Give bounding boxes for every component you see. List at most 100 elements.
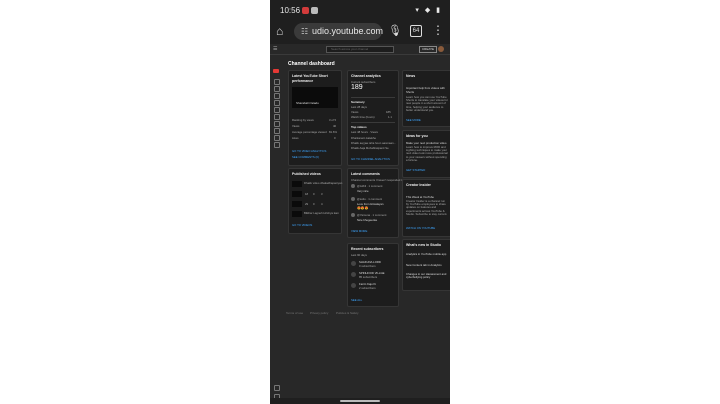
studio-page: ☰ Search across your channel CREATE Chan…	[270, 44, 450, 404]
metric-value: 40	[333, 124, 337, 128]
notification-icon	[302, 7, 309, 14]
privacy-link[interactable]: Privacy policy	[310, 311, 328, 315]
whats-new-item[interactable]: Analytics in YouTube mobile app	[406, 252, 446, 256]
home-indicator[interactable]	[340, 400, 380, 402]
see-comments-link[interactable]: SEE COMMENTS (0)	[292, 155, 319, 159]
terms-link[interactable]: Terms of use	[286, 311, 303, 315]
card-title: Ideas for you	[406, 134, 428, 138]
metric-label: Ranking by views	[292, 118, 314, 122]
status-icons: ▾ ◆ ▮	[415, 7, 442, 14]
video-analytics-link[interactable]: GO TO VIDEO ANALYTICS	[292, 149, 326, 153]
see-all-link[interactable]: SEE ALL	[351, 298, 362, 302]
watch-on-youtube-link[interactable]: WATCH ON YOUTUBE	[406, 226, 435, 230]
video-likes: 4	[321, 202, 323, 206]
video-views: 29	[305, 202, 309, 206]
clock: 10:56	[280, 6, 301, 15]
home-icon[interactable]: ⌂	[276, 25, 288, 37]
video-thumbnail[interactable]	[292, 201, 302, 207]
avatar	[351, 283, 356, 288]
avatar[interactable]	[438, 46, 444, 52]
phone-screen: 10:56 ▾ ◆ ▮ ⌂ ☷ udio.youtube.com 🎙︎ 64 ⋮…	[270, 0, 450, 404]
sidebar-item-dashboard[interactable]	[274, 79, 280, 85]
video-comments: 0	[313, 192, 315, 196]
metric-label: Likes	[292, 136, 299, 140]
video-title[interactable]: Dhakk video dhakadhapaniyan	[304, 181, 342, 185]
avatar	[351, 261, 356, 266]
get-started-link[interactable]: GET STARTED	[406, 168, 425, 172]
comment-author: @sultu · 1 comment	[357, 197, 383, 201]
sidebar-item-analytics[interactable]	[274, 100, 280, 106]
sidebar-item-copyright[interactable]	[274, 121, 280, 127]
short-thumbnail[interactable]: Sharabahi fatadu	[292, 87, 338, 108]
avatar	[351, 184, 355, 188]
subscriber-count: 2 subscribers	[359, 286, 376, 290]
card-title: Channel analytics	[351, 74, 381, 78]
divider	[351, 97, 395, 98]
avatar	[351, 272, 356, 277]
channel-avatar-icon[interactable]	[273, 69, 279, 73]
subs-value: 189	[351, 84, 363, 91]
search-input[interactable]: Search across your channel	[326, 46, 394, 53]
card-title: Latest comments	[351, 172, 380, 176]
summary-period: Last 28 days	[351, 105, 367, 109]
latest-comments-card: Latest comments Channel comments I haven…	[347, 168, 403, 238]
channel-analytics-link[interactable]: GO TO CHANNEL ANALYTICS	[351, 157, 390, 161]
video-thumbnail[interactable]	[292, 191, 302, 197]
video-thumbnail[interactable]	[292, 211, 302, 217]
thumbnail-caption: Sharabahi fatadu	[296, 101, 319, 105]
hamburger-menu-icon[interactable]: ☰	[273, 46, 277, 52]
address-bar[interactable]: ☷ udio.youtube.com	[294, 23, 384, 40]
summary-title: Summary	[351, 100, 365, 104]
video-title[interactable]: Bilkhar Lagneh Hrishya kam	[304, 211, 339, 215]
top-video-item[interactable]: Dhakk Aaja Mohabbatpanti Se	[351, 146, 389, 150]
sidebar-item-playlists[interactable]	[274, 93, 280, 99]
studio-header: ☰ Search across your channel CREATE	[270, 44, 450, 55]
sidebar-item-customization[interactable]	[274, 135, 280, 141]
news-headline: Important help from videos with Shorts	[406, 86, 445, 94]
browser-toolbar: ⌂ ☷ udio.youtube.com 🎙︎ 64 ⋮	[270, 20, 450, 44]
sidebar-item-earn[interactable]	[274, 128, 280, 134]
settings-icon[interactable]	[274, 385, 280, 391]
sidebar-item-audio-library[interactable]	[274, 142, 280, 148]
view-more-link[interactable]: VIEW MORE	[351, 229, 367, 233]
card-title: Latest YouTube Short performance	[292, 74, 328, 83]
whats-new-card: What's new in Studio Analytics in YouTub…	[402, 239, 450, 291]
top-video-item[interactable]: Dhakk aaj jaa raha hoon aasmaan...	[351, 141, 396, 145]
status-bar: 10:56 ▾ ◆ ▮	[270, 0, 450, 20]
card-title: Published videos	[292, 172, 321, 176]
sidebar-item-content[interactable]	[274, 86, 280, 92]
policies-link[interactable]: Policies & Safety	[336, 311, 359, 315]
metric-value: 0	[334, 136, 336, 140]
whats-new-item[interactable]: Changes in our Harassment and cyberbully…	[406, 272, 448, 279]
whats-new-item[interactable]: New Content tab in Analytics	[406, 263, 442, 267]
create-button[interactable]: CREATE	[419, 46, 437, 53]
see-more-link[interactable]: SEE MORE	[406, 118, 421, 122]
summary-label: Watch time (hours)	[351, 115, 375, 119]
url-text: udio.youtube.com	[312, 26, 384, 36]
sidebar-item-comments[interactable]	[274, 107, 280, 113]
video-thumbnail[interactable]	[292, 181, 302, 187]
divider	[351, 122, 395, 123]
summary-value: 185	[386, 110, 391, 114]
comment-author: @Yamuna · 1 comment	[357, 213, 387, 217]
ideas-headline: Make your next production video	[406, 141, 447, 145]
site-info-icon[interactable]: ☷	[301, 23, 308, 40]
comment-author: @Adhil · 1 comment	[357, 184, 383, 188]
top-video-item[interactable]: Dharkanein Aalekhe	[351, 136, 376, 140]
sidebar	[270, 55, 282, 404]
avatar	[351, 213, 355, 217]
page-title: Channel dashboard	[288, 61, 335, 67]
video-views: 18	[305, 192, 309, 196]
tab-switcher-button[interactable]: 64	[410, 25, 422, 37]
channel-analytics-card: Channel analytics Current subscribers 18…	[347, 70, 399, 166]
sidebar-item-subtitles[interactable]	[274, 114, 280, 120]
microphone-icon[interactable]: 🎙︎	[388, 25, 402, 37]
card-subtitle: Last 90 days	[351, 253, 367, 257]
go-to-videos-link[interactable]: GO TO VIDEOS	[292, 223, 312, 227]
summary-value: 1.1	[388, 115, 392, 119]
top-videos-title: Top videos	[351, 125, 367, 129]
insider-headline: This Week at YouTube	[406, 195, 434, 199]
more-vert-icon[interactable]: ⋮	[432, 24, 444, 36]
search-placeholder: Search across your channel	[331, 47, 369, 51]
news-body: Learn how you can use YouTube Shorts to …	[406, 96, 448, 112]
